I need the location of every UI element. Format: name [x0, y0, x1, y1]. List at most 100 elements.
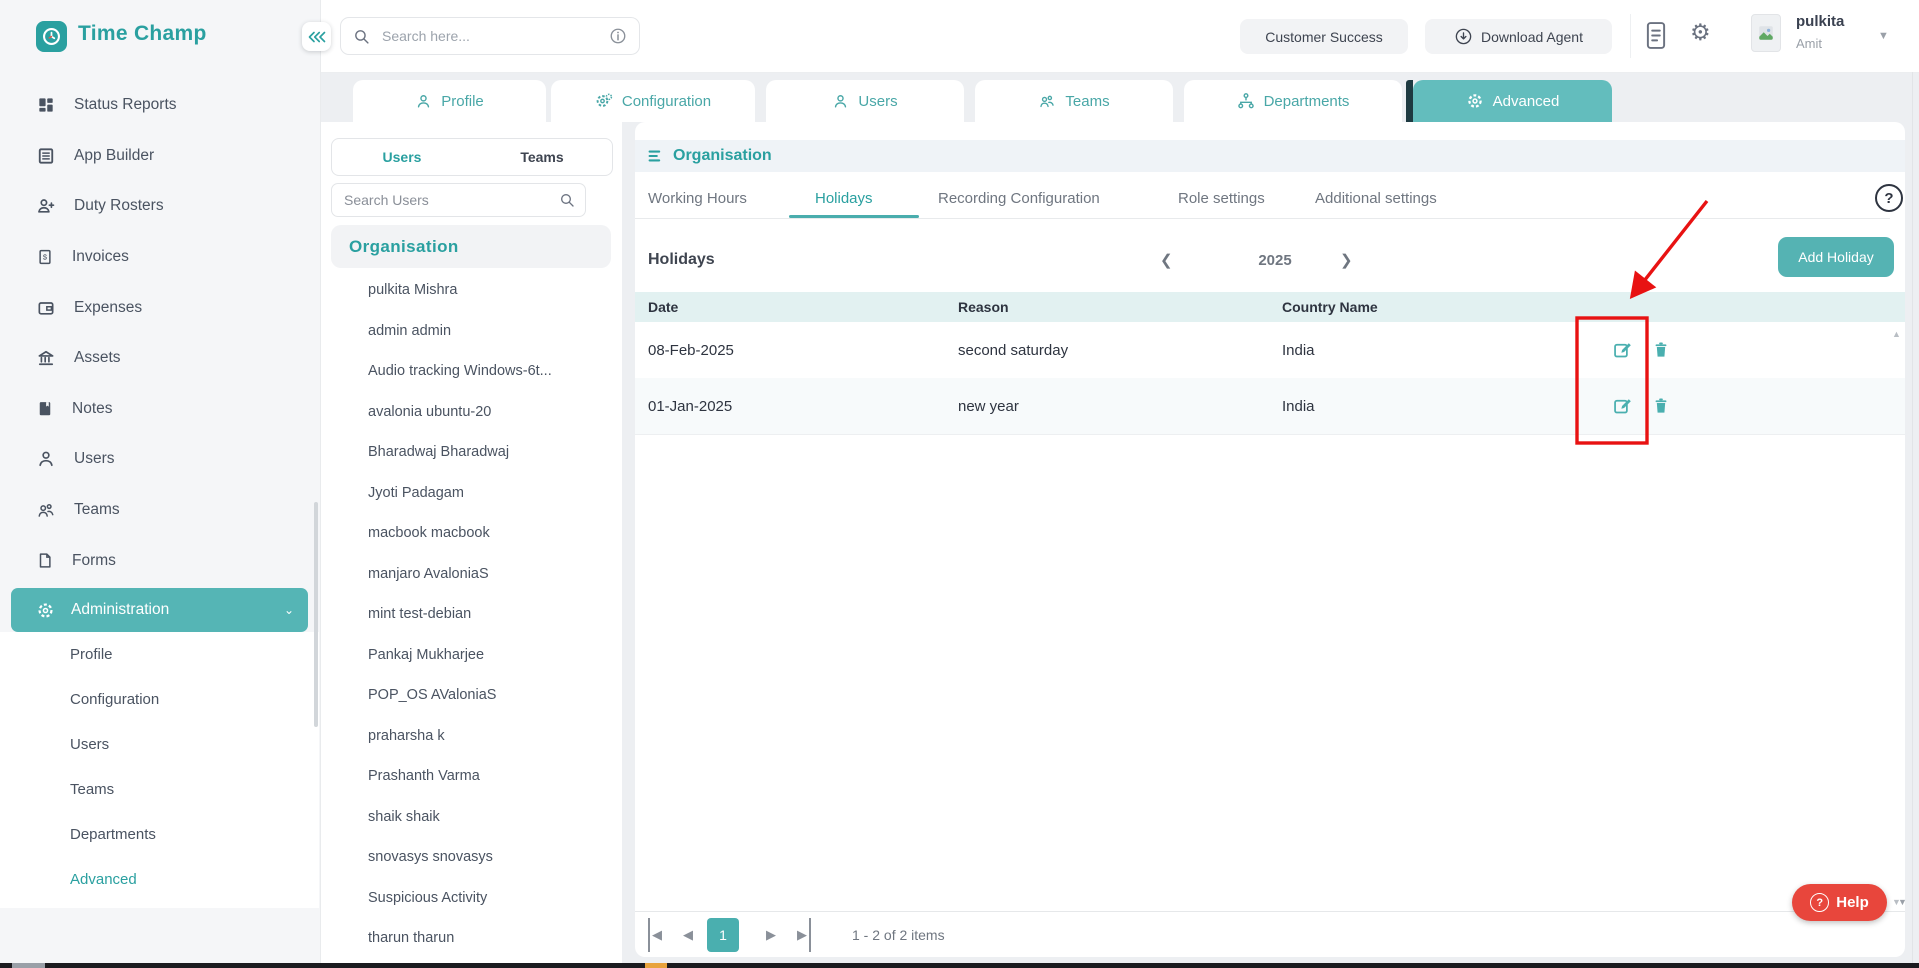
sidebar-item-assets[interactable]: Assets — [0, 333, 319, 384]
tab-working-hours[interactable]: Working Hours — [648, 178, 747, 218]
sidebar-item-label: Expenses — [74, 299, 142, 317]
prev-year-button[interactable]: ❮ — [1160, 240, 1173, 280]
section-title: Holidays — [648, 240, 715, 280]
tab-users[interactable]: Users — [766, 80, 964, 122]
bank-icon — [36, 348, 56, 368]
entity-panel: Users Teams Organisation pulkita Mishra … — [321, 122, 622, 963]
group-header[interactable]: Organisation — [331, 225, 611, 268]
next-year-button[interactable]: ❯ — [1340, 240, 1353, 280]
tab-profile[interactable]: Profile — [353, 80, 546, 122]
list-item[interactable]: admin admin — [321, 311, 622, 352]
list-item[interactable]: avalonia ubuntu-20 — [321, 392, 622, 433]
list-item[interactable]: Suspicious Activity — [321, 878, 622, 919]
pagination-first-button[interactable]: ◀ — [648, 918, 662, 952]
delete-icon[interactable] — [1651, 395, 1673, 417]
svg-text:$: $ — [43, 253, 48, 262]
sidebar-item-invoices[interactable]: $ Invoices — [0, 232, 319, 283]
tab-departments[interactable]: Departments — [1184, 80, 1402, 122]
tab-advanced[interactable]: Advanced — [1413, 80, 1612, 122]
info-icon[interactable] — [609, 27, 627, 45]
sidebar-item-label: App Builder — [74, 147, 154, 165]
toggle-users[interactable]: Users — [332, 139, 472, 175]
download-agent-button[interactable]: Download Agent — [1425, 19, 1612, 54]
list-item[interactable]: mint test-debian — [321, 594, 622, 635]
pagination-page-button[interactable]: 1 — [707, 918, 739, 952]
user-search-input[interactable] — [342, 191, 559, 209]
list-item[interactable]: Prashanth Varma — [321, 756, 622, 797]
sidebar-item-duty-rosters[interactable]: Duty Rosters — [0, 181, 319, 232]
edit-icon[interactable] — [1612, 339, 1634, 361]
list-item[interactable]: praharsha k — [321, 716, 622, 757]
submenu-item-teams[interactable]: Teams — [0, 767, 319, 812]
tab-configuration[interactable]: Configuration — [551, 80, 755, 122]
list-item[interactable]: Audio tracking Windows-6t... — [321, 351, 622, 392]
sidebar-item-app-builder[interactable]: App Builder — [0, 131, 319, 182]
submenu-item-profile[interactable]: Profile — [0, 632, 319, 677]
tab-holidays[interactable]: Holidays — [815, 178, 873, 218]
list-item[interactable]: Jyoti Padagam — [321, 473, 622, 514]
list-item[interactable]: pulkita Mishra — [321, 270, 622, 311]
sidebar-item-notes[interactable]: Notes — [0, 384, 319, 435]
ctab-label: Working Hours — [648, 190, 747, 207]
list-item[interactable]: macbook macbook — [321, 513, 622, 554]
sidebar-item-label: Teams — [74, 501, 120, 519]
submenu-item-advanced[interactable]: Advanced — [0, 857, 319, 902]
table-row[interactable]: 08-Feb-2025 second saturday India — [635, 322, 1905, 379]
sidebar-item-forms[interactable]: Forms — [0, 535, 319, 586]
table-scroll-up-icon[interactable]: ▲ — [1892, 329, 1901, 339]
user-avatar[interactable] — [1751, 14, 1781, 52]
customer-success-label: Customer Success — [1265, 29, 1382, 45]
pagination-divider — [635, 911, 1905, 912]
list-item[interactable]: snovasys snovasys — [321, 837, 622, 878]
submenu-item-users[interactable]: Users — [0, 722, 319, 767]
list-item[interactable]: POP_OS AValoniaS — [321, 675, 622, 716]
global-search-input[interactable] — [380, 27, 599, 45]
help-circle-icon[interactable]: ? — [1875, 184, 1903, 212]
sidebar-header: Time Champ — [0, 0, 321, 72]
sidebar-item-teams[interactable]: Teams — [0, 485, 319, 536]
page-scroll-caret-icon[interactable]: ▼ — [1898, 897, 1907, 907]
app-window: Time Champ Customer Success Download Age… — [0, 0, 1919, 968]
submenu-item-departments[interactable]: Departments — [0, 812, 319, 857]
toggle-teams[interactable]: Teams — [472, 139, 612, 175]
user-search[interactable] — [331, 183, 586, 217]
page-title: Organisation — [673, 147, 772, 165]
edit-icon[interactable] — [1612, 395, 1634, 417]
sidebar-item-expenses[interactable]: Expenses — [0, 282, 319, 333]
content-header-band: Organisation — [635, 140, 1905, 172]
pagination-prev-button[interactable]: ◀ — [683, 918, 693, 952]
table-row[interactable]: 01-Jan-2025 new year India — [635, 378, 1905, 435]
settings-gear-icon[interactable]: ⚙ — [1690, 22, 1711, 45]
tab-role-settings[interactable]: Role settings — [1178, 178, 1265, 218]
tab-recording-configuration[interactable]: Recording Configuration — [938, 178, 1100, 218]
sidebar-scrollbar[interactable] — [314, 502, 318, 727]
list-item[interactable]: manjaro AvaloniaS — [321, 554, 622, 595]
ctab-label: Recording Configuration — [938, 190, 1100, 207]
list-item[interactable]: Bharadwaj Bharadwaj — [321, 432, 622, 473]
pagination-next-button[interactable]: ▶ — [766, 918, 776, 952]
sidebar-item-status-reports[interactable]: Status Reports — [0, 80, 319, 131]
tab-additional-settings[interactable]: Additional settings — [1315, 178, 1437, 218]
window-scrollbar-track[interactable] — [1912, 72, 1913, 963]
customer-success-button[interactable]: Customer Success — [1240, 19, 1408, 54]
list-item[interactable]: Pankaj Mukharjee — [321, 635, 622, 676]
delete-icon[interactable] — [1651, 339, 1673, 361]
add-holiday-button[interactable]: Add Holiday — [1778, 237, 1894, 277]
pagination-last-button[interactable]: ▶ — [797, 918, 811, 952]
user-org: Amit — [1796, 36, 1822, 51]
global-search[interactable] — [340, 17, 640, 55]
list-item[interactable]: shaik shaik — [321, 797, 622, 838]
list-item[interactable]: tharun tharun — [321, 918, 622, 959]
people-icon — [36, 501, 56, 520]
app-logo — [36, 21, 67, 52]
user-menu-caret-icon[interactable]: ▼ — [1878, 30, 1889, 42]
sidebar-item-users[interactable]: Users — [0, 434, 319, 485]
tab-teams[interactable]: Teams — [975, 80, 1173, 122]
sidebar-item-administration[interactable]: Administration ⌄ — [11, 588, 308, 632]
sidebar-collapse-button[interactable] — [302, 22, 331, 51]
submenu-item-configuration[interactable]: Configuration — [0, 677, 319, 722]
help-button[interactable]: ? Help — [1792, 884, 1887, 921]
ctab-label: Additional settings — [1315, 190, 1437, 207]
document-icon[interactable] — [1643, 20, 1669, 51]
help-label: Help — [1836, 894, 1869, 911]
